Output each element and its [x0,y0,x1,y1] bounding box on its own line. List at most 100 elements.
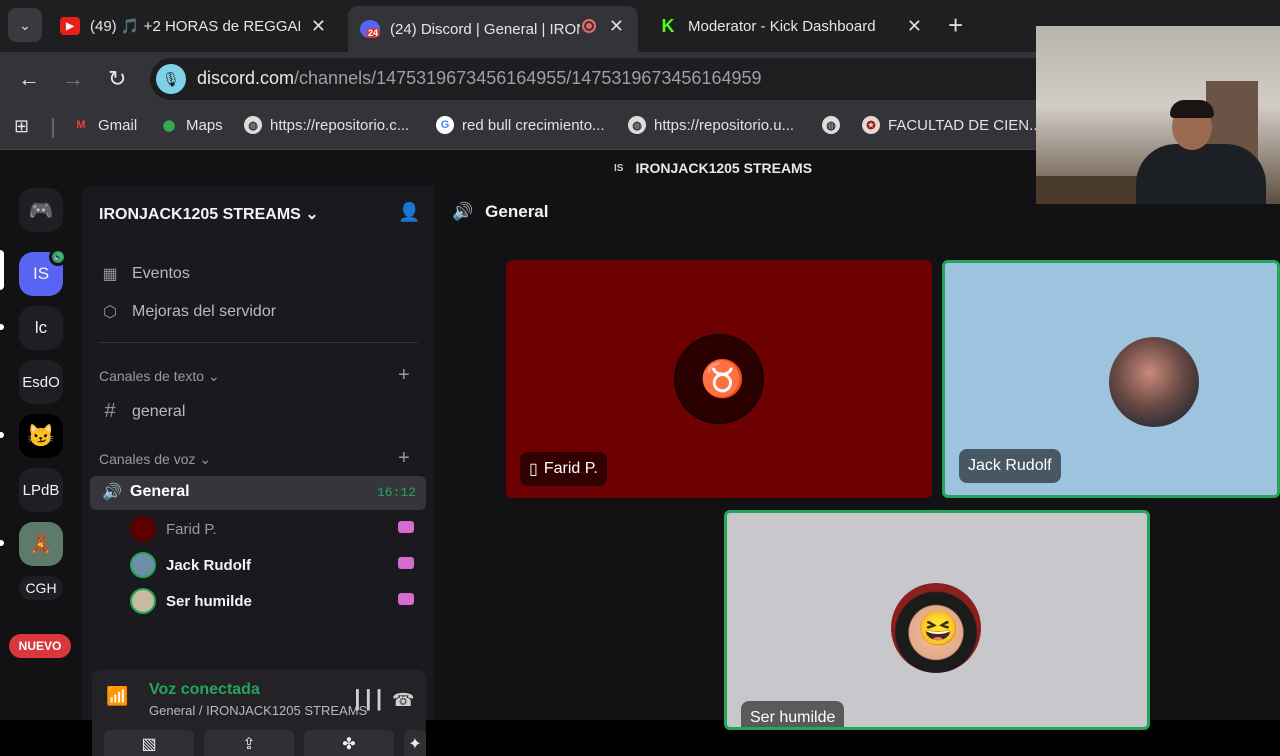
invite-button[interactable]: 👤 [398,202,420,223]
add-text-channel-button[interactable]: + [398,364,410,387]
guild-lpdb[interactable]: LPdB [19,468,63,512]
avatar [130,552,156,578]
speaker-icon: 🔊 [452,202,474,221]
new-tab-button[interactable]: + [948,10,963,41]
url-path: /channels/1475319673456164955/1475319673… [294,68,762,88]
kick-icon: K [658,16,678,36]
bookmark-facultad[interactable]: ✪ FACULTAD DE CIEN... [862,116,1042,134]
voice-status-title[interactable]: Voz conectada [149,681,260,699]
bookmark-repositorio-u[interactable]: ◍ https://repositorio.u... [628,116,794,134]
stream-icon [398,557,414,569]
chevron-down-icon: ⌄ [207,368,220,384]
webcam-overlay [1036,26,1280,204]
calendar-icon: ▦ [102,266,118,283]
bookmark-repositorio-c[interactable]: ◍ https://repositorio.c... [244,116,409,134]
reload-button[interactable]: ↻ [108,66,126,92]
discord-home-button[interactable]: 🎮 [19,188,63,232]
voice-connection-panel: 📶 Voz conectada General / IRONJACK1205 S… [92,670,426,720]
bookmark-separator [52,118,54,138]
voice-status-subtitle[interactable]: General / IRONJACK1205 STREAMS [149,703,367,718]
back-button[interactable]: ← [18,66,40,92]
soundboard-button[interactable]: ✦ [404,730,426,756]
guild-image[interactable]: 🧸 [19,522,63,566]
chevron-down-icon: ⌄ [199,451,212,467]
server-name: IRONJACK1205 STREAMS [99,206,301,223]
youtube-icon: ▶ [60,17,80,35]
guild-is[interactable]: IS 🔊 [19,248,67,296]
avatar: 😆 [891,583,981,673]
bookmark-gmail[interactable]: M Gmail [72,116,137,134]
speaker-icon: 🔊 [102,484,122,501]
bookmark-globe[interactable]: ◍ [822,116,848,134]
add-user-icon: 👤 [398,202,421,222]
category-label: Canales de texto [99,368,205,384]
server-title: IS IRONJACK1205 STREAMS [614,160,812,176]
divider [98,342,418,343]
add-voice-channel-button[interactable]: + [398,447,410,470]
bookmark-label: Gmail [98,116,138,134]
tab-discord[interactable]: 24 (24) Discord | General | IRONJACK1205… [348,6,638,52]
university-icon: ✪ [862,116,880,134]
guild-label: EsdO [22,373,60,391]
voice-channel-general[interactable]: 🔊 General 16:12 [90,476,426,510]
voice-category[interactable]: Canales de voz ⌄ [99,451,211,468]
close-icon[interactable]: ✕ [907,16,922,37]
voice-member[interactable]: Ser humilde [130,587,414,615]
close-icon[interactable]: ✕ [609,16,624,37]
plus-icon: + [398,364,410,386]
tab-search-button[interactable]: ⌄ [8,8,42,42]
webcam-person-body [1136,144,1266,204]
events-item[interactable]: ▦ Eventos [100,264,189,284]
server-name-header[interactable]: IRONJACK1205 STREAMS ⌄ [99,204,319,224]
category-label: Canales de voz [99,451,196,467]
boosts-item[interactable]: ⬡ Mejoras del servidor [100,302,276,322]
activities-button[interactable]: ✤ [304,730,394,756]
close-icon[interactable]: ✕ [311,16,326,37]
plus-icon: + [398,447,410,469]
screen-share-button[interactable]: ⇪ [204,730,294,756]
tab-kick[interactable]: K Moderator - Kick Dashboard ✕ [646,6,936,46]
unread-indicator [0,432,4,438]
active-guild-indicator [0,250,4,290]
globe-icon: ◍ [822,116,840,134]
avatar [130,588,156,614]
voice-member[interactable]: Jack Rudolf [130,551,414,579]
globe-icon: ◍ [628,116,646,134]
speaker-icon: 🔊 [49,248,67,266]
bookmark-red-bull[interactable]: Gred bull crecimiento... [436,116,605,134]
member-name: Ser humilde [166,592,252,610]
signal-icon[interactable]: 📶 [106,686,128,707]
guild-lc[interactable]: lc [19,306,63,350]
text-category[interactable]: Canales de texto ⌄ [99,368,220,385]
bookmark-maps[interactable]: ⬤ Maps [160,116,223,134]
guild-label: lc [34,318,48,337]
channel-general-text[interactable]: # general [100,400,185,423]
participant-tile[interactable]: ♉ ▯ Farid P. [506,260,932,498]
boost-icon: ⬡ [103,304,117,321]
disconnect-button[interactable]: ☎ [392,690,414,711]
tab-youtube[interactable]: ▶ (49) 🎵 +2 HORAS de REGGAETON ✕ [48,6,340,46]
discord-icon: 24 [360,20,381,38]
noise-suppression-button[interactable]: ┃┃┃ [352,690,385,711]
avatar [130,516,156,542]
bookmark-label: red bull crecimiento... [462,116,605,134]
participant-tile[interactable]: Jack Rudolf [942,260,1280,498]
guild-cat[interactable]: 😼 [19,414,63,458]
cat-logo-icon: 😼 [27,423,55,448]
camera-button[interactable]: ▧ [104,730,194,756]
hangup-icon: ☎ [392,690,415,710]
voice-member[interactable]: Farid P. [130,515,414,543]
participant-tile[interactable]: 😆 Ser humilde [724,510,1150,730]
server-mini-icon: IS [614,162,624,174]
tab-badge: 24 [366,28,381,38]
forward-button[interactable]: → [62,66,84,92]
microphone-icon[interactable]: 🎙 [156,64,186,94]
bookmark-label: https://repositorio.u... [654,116,795,134]
guild-cgh[interactable]: CGH [19,576,63,600]
apps-button[interactable]: ⊞ [14,116,29,137]
maps-icon: ⬤ [162,119,176,132]
avatar [1109,337,1199,427]
guild-esdo[interactable]: EsdO [19,360,63,404]
tab-title: Moderator - Kick Dashboard [688,17,876,35]
participant-name: ▯ Farid P. [520,452,607,486]
